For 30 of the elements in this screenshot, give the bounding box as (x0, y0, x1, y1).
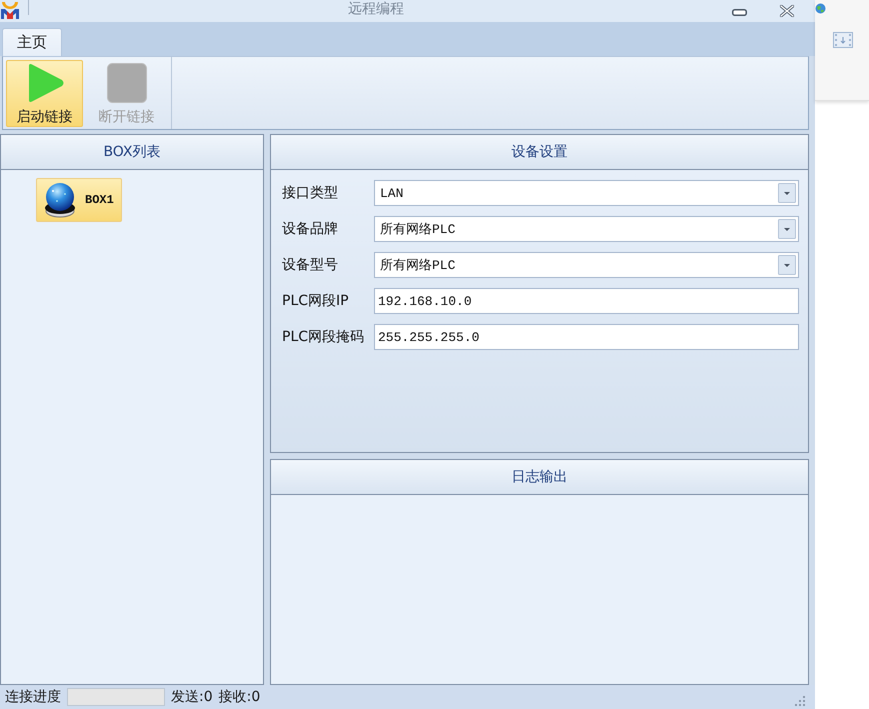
panel-title: BOX列表 (103, 143, 161, 161)
field-label: PLC网段IP (282, 292, 350, 310)
field-label: PLC网段掩码 (282, 328, 366, 346)
resize-grip-icon[interactable] (795, 696, 805, 706)
progress-label: 连接进度 (5, 688, 61, 706)
dropdown-caret-icon[interactable] (778, 255, 796, 275)
dropdown-field[interactable]: 所有网络PLC (374, 252, 799, 278)
text-field[interactable]: 255.255.255.0 (374, 324, 799, 350)
field-label: 设备型号 (282, 256, 339, 274)
globe-icon (815, 3, 826, 14)
minimize-icon[interactable] (732, 9, 747, 16)
dropdown-field[interactable]: 所有网络PLC (374, 216, 799, 242)
text-field[interactable]: 192.168.10.0 (374, 288, 799, 314)
dropdown-field[interactable]: LAN (374, 180, 799, 206)
window-title: 远程编程 (348, 1, 404, 18)
tab[interactable]: 主页 (2, 28, 62, 56)
ribbon-button[interactable]: 启动链接 (6, 60, 83, 127)
panel-title: 日志输出 (512, 468, 568, 486)
box-list-item[interactable]: BOX1 (36, 178, 122, 222)
field-label: 设备品牌 (282, 220, 339, 238)
app-logo-icon (0, 0, 20, 20)
globe-device-icon (43, 182, 77, 218)
field-label: 接口类型 (282, 184, 339, 202)
dropdown-caret-icon[interactable] (778, 183, 796, 203)
stop-icon (106, 63, 146, 103)
panel-title: 设备设置 (512, 143, 568, 161)
received-count: 接收:0 (218, 688, 260, 706)
sent-count: 发送:0 (171, 688, 213, 706)
dropdown-caret-icon[interactable] (778, 219, 796, 239)
close-icon[interactable] (780, 5, 794, 17)
